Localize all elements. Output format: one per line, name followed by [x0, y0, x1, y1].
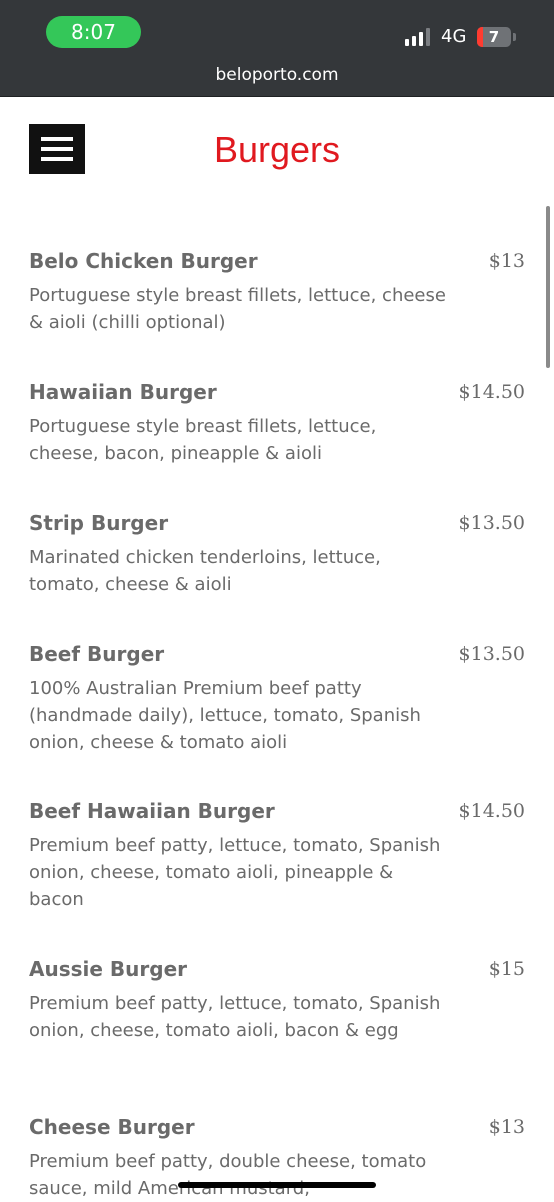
menu-bar-line [41, 147, 73, 151]
menu-item-price: $14.50 [458, 381, 525, 403]
menu-item-price: $15 [488, 958, 525, 980]
menu-item-name: Beef Burger [29, 642, 165, 666]
menu-item-name: Hawaiian Burger [29, 380, 217, 404]
menu-item-description: Portuguese style breast fillets, lettuce… [29, 285, 446, 333]
menu-item-price: $14.50 [458, 800, 525, 822]
url-bar[interactable]: beloporto.com [0, 64, 554, 86]
menu-item-name: Beef Hawaiian Burger [29, 799, 275, 823]
network-type: 4G [441, 26, 467, 47]
menu-item-price: $13.50 [458, 512, 525, 534]
battery-icon: 7 [477, 27, 511, 47]
menu-item[interactable]: Beef Hawaiian Burger $14.50 Premium beef… [29, 796, 525, 913]
menu-item-name: Strip Burger [29, 511, 169, 535]
menu-item-description: Portuguese style breast fillets, lettuce… [29, 416, 377, 464]
menu-item[interactable]: Cheese Burger $13 Premium beef patty, do… [29, 1112, 525, 1202]
scrollbar[interactable] [546, 206, 550, 368]
menu-item-price: $13 [488, 1116, 525, 1138]
hamburger-menu-icon[interactable] [29, 124, 85, 174]
menu-item-name: Aussie Burger [29, 957, 187, 981]
menu-bar-line [41, 157, 73, 161]
menu-item-description: 100% Australian Premium beef patty (hand… [29, 678, 421, 753]
battery-percent: 7 [488, 28, 500, 46]
menu-bar-line [41, 137, 73, 141]
menu-item[interactable]: Hawaiian Burger $14.50 Portuguese style … [29, 377, 525, 467]
menu-item-name: Cheese Burger [29, 1115, 195, 1139]
page-title: Burgers [213, 129, 341, 170]
cellular-signal-icon [405, 26, 433, 46]
menu-item-name: Belo Chicken Burger [29, 249, 258, 273]
menu-item[interactable]: Beef Burger $13.50 100% Australian Premi… [29, 639, 525, 756]
menu-item-description: Premium beef patty, lettuce, tomato, Spa… [29, 993, 441, 1041]
menu-item[interactable]: Strip Burger $13.50 Marinated chicken te… [29, 508, 525, 598]
battery-cap [513, 33, 516, 41]
menu-item[interactable]: Aussie Burger $15 Premium beef patty, le… [29, 954, 525, 1044]
browser-chrome: 8:07 4G 7 beloporto.com [0, 0, 554, 97]
menu-item-description: Premium beef patty, double cheese, tomat… [29, 1151, 427, 1199]
home-indicator[interactable] [178, 1182, 376, 1188]
status-time[interactable]: 8:07 [46, 16, 141, 48]
menu-item[interactable]: Belo Chicken Burger $13 Portuguese style… [29, 246, 525, 336]
menu-item-description: Marinated chicken tenderloins, lettuce, … [29, 547, 381, 595]
menu-item-description: Premium beef patty, lettuce, tomato, Spa… [29, 835, 441, 910]
menu-item-price: $13 [488, 250, 525, 272]
menu-item-price: $13.50 [458, 643, 525, 665]
